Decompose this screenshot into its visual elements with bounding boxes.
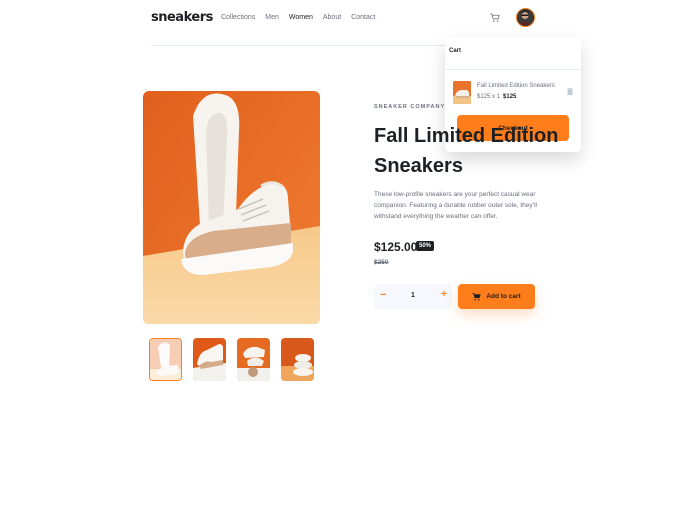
discount-badge: 50% [416,241,435,251]
thumbnail-strip [149,338,314,381]
product-description: These low-profile sneakers are your perf… [374,191,537,220]
cart-item-price: $125 x 1 $125 [477,94,516,100]
main-nav: Collections Men Women About Contact [221,14,385,21]
product-main-image[interactable] [143,91,320,324]
cart-item-name: Fall Limited Edition Sneakers [477,83,555,89]
nav-link-contact[interactable]: Contact [351,14,375,21]
company-label: SNEAKER COMPANY [374,104,446,110]
cart-title: Cart [449,48,462,54]
avatar[interactable] [516,8,535,27]
cart-icon [472,292,481,301]
trash-icon[interactable] [567,88,573,95]
user-avatar-icon [517,9,533,25]
thumbnail-3[interactable] [237,338,270,381]
increase-quantity-button[interactable]: + [441,289,447,300]
nav-link-women[interactable]: Women [289,14,313,21]
add-to-cart-label: Add to cart [486,293,521,300]
product-title: Fall Limited Edition Sneakers [374,125,559,177]
cart-item-thumbnail [453,81,471,104]
add-to-cart-button[interactable]: Add to cart [458,284,535,309]
nav-link-men[interactable]: Men [265,14,279,21]
cart-item-unit-line: $125 x 1 [477,94,501,100]
original-price: $250 [374,259,389,266]
current-price: $125.00 [374,240,418,254]
quantity-stepper: − 1 + [374,284,452,309]
cart-divider [445,69,581,70]
thumbnail-2[interactable] [193,338,226,381]
thumbnail-4[interactable] [281,338,314,381]
nav-link-collections[interactable]: Collections [221,14,255,21]
thumbnail-1[interactable] [149,338,182,381]
cart-item-total: $125 [503,94,517,100]
nav-link-about[interactable]: About [323,14,341,21]
cart-icon[interactable] [490,13,500,23]
logo[interactable]: sneakers [151,10,213,25]
